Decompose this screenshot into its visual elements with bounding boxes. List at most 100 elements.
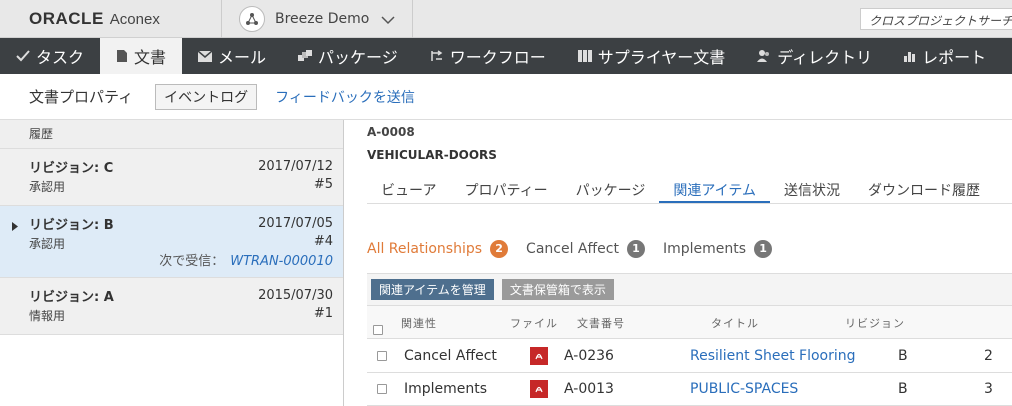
- revision-status: 承認用: [29, 180, 66, 194]
- revision-item-selected[interactable]: リビジョン: B 2017/07/05 承認用 #4 次で受信： WTRAN-00…: [0, 206, 343, 278]
- col-title[interactable]: タイトル: [711, 315, 759, 331]
- logo-product: Aconex: [109, 10, 160, 28]
- chevron-down-icon: [381, 10, 395, 29]
- pdf-file-icon[interactable]: [530, 347, 548, 365]
- row-extra: 3: [984, 381, 993, 397]
- package-icon: [298, 50, 313, 62]
- document-icon: [116, 49, 128, 63]
- row-docnum: A-0236: [564, 348, 614, 364]
- cross-project-search-input[interactable]: クロスプロジェクトサーチ: [860, 8, 1012, 30]
- users-icon: [757, 50, 771, 62]
- nav-label: メール: [218, 48, 267, 67]
- document-title: VEHICULAR-DOORS: [367, 148, 497, 162]
- revision-number: #5: [313, 177, 333, 192]
- nav-directory[interactable]: ディレクトリ: [741, 38, 888, 74]
- workflow-icon: [430, 50, 444, 62]
- sub-toolbar: 文書プロパティ イベントログ フィードバックを送信: [0, 74, 1012, 120]
- chart-icon: [904, 50, 916, 62]
- tab-transmittal-status[interactable]: 送信状況: [770, 178, 854, 203]
- row-relation: Implements: [404, 381, 488, 397]
- revision-date: 2015/07/30: [258, 288, 333, 303]
- supplier-icon: [577, 50, 592, 62]
- nav-documents[interactable]: 文書: [100, 38, 183, 74]
- revision-number: #1: [313, 306, 333, 321]
- project-network-icon: [239, 6, 265, 32]
- row-relation: Cancel Affect: [404, 348, 497, 364]
- received-via-label: 次で受信：: [159, 254, 225, 269]
- col-revision[interactable]: リビジョン: [845, 315, 905, 331]
- revision-date: 2017/07/12: [258, 159, 333, 174]
- revision-date: 2017/07/05: [258, 216, 333, 231]
- nav-label: レポート: [922, 48, 987, 67]
- history-heading: 履歴: [0, 120, 343, 149]
- filter-label: Implements: [662, 241, 747, 257]
- document-number: A-0008: [367, 125, 415, 139]
- row-checkbox[interactable]: [377, 384, 387, 394]
- nav-label: ワークフロー: [449, 48, 546, 67]
- count-badge: 1: [626, 240, 645, 258]
- related-items-toolbar: 関連アイテムを管理 文書保管箱で表示: [367, 273, 1012, 305]
- table-row[interactable]: Cancel Affect A-0236 Resilient Sheet Flo…: [367, 340, 1012, 373]
- filter-label: All Relationships: [367, 241, 483, 257]
- revision-number: #4: [313, 234, 333, 249]
- transmittal-link[interactable]: WTRAN-000010: [230, 254, 333, 269]
- project-name: Breeze Demo: [275, 11, 370, 27]
- received-via: 次で受信： WTRAN-000010: [159, 250, 333, 269]
- table-row[interactable]: Implements A-0013 PUBLIC-SPACES B 3: [367, 373, 1012, 406]
- page-title: 文書プロパティ: [29, 88, 134, 106]
- nav-label: サプライヤー文書: [597, 48, 726, 67]
- mail-icon: [198, 50, 213, 62]
- row-extra: 2: [984, 348, 993, 364]
- filter-cancel-affect[interactable]: Cancel Affect 1: [526, 240, 645, 258]
- document-tabs: ビューア プロパティー パッケージ 関連アイテム 送信状況 ダウンロード履歴: [367, 178, 1012, 204]
- filter-all-relationships[interactable]: All Relationships 2: [367, 240, 509, 258]
- nav-reports[interactable]: レポート: [888, 38, 1002, 74]
- nav-label: ディレクトリ: [777, 48, 873, 67]
- nav-label: タスク: [36, 48, 85, 67]
- nav-mail[interactable]: メール: [182, 38, 282, 74]
- nav-tasks[interactable]: タスク: [0, 38, 100, 74]
- col-file[interactable]: ファイル: [510, 315, 558, 331]
- tab-packages[interactable]: パッケージ: [562, 178, 660, 203]
- tab-viewer[interactable]: ビューア: [367, 178, 450, 203]
- row-revision: B: [898, 348, 908, 364]
- event-log-button[interactable]: イベントログ: [155, 83, 258, 110]
- main-nav: タスク 文書 メール パッケージ ワークフロー サプライヤー文書 ディレクトリ …: [0, 38, 1012, 74]
- revision-status: 情報用: [29, 309, 66, 323]
- document-detail: A-0008 VEHICULAR-DOORS ビューア プロパティー パッケージ…: [345, 120, 1012, 406]
- col-docnum[interactable]: 文書番号: [577, 315, 625, 331]
- row-docnum: A-0013: [564, 381, 614, 397]
- nav-workflow[interactable]: ワークフロー: [414, 38, 562, 74]
- tab-related-items[interactable]: 関連アイテム: [659, 178, 770, 203]
- check-icon: [16, 50, 30, 62]
- row-checkbox[interactable]: [377, 351, 387, 361]
- count-badge: 2: [490, 240, 509, 258]
- row-revision: B: [898, 381, 908, 397]
- filter-implements[interactable]: Implements 1: [662, 240, 773, 258]
- col-relation[interactable]: 関連性: [401, 315, 437, 331]
- tab-properties[interactable]: プロパティー: [450, 178, 561, 203]
- view-in-register-button[interactable]: 文書保管箱で表示: [501, 279, 614, 300]
- nav-supplier-docs[interactable]: サプライヤー文書: [562, 38, 742, 74]
- relationship-filters: All Relationships 2 Cancel Affect 1 Impl…: [367, 240, 790, 258]
- feedback-link[interactable]: フィードバックを送信: [275, 87, 415, 107]
- filter-label: Cancel Affect: [526, 241, 619, 257]
- oracle-aconex-logo[interactable]: ORACLE Aconex: [0, 0, 222, 38]
- row-title-link[interactable]: PUBLIC-SPACES: [690, 381, 798, 397]
- row-title-link[interactable]: Resilient Sheet Flooring: [690, 348, 856, 364]
- project-selector[interactable]: Breeze Demo: [223, 0, 413, 38]
- count-badge: 1: [754, 240, 773, 258]
- top-bar: ORACLE Aconex Breeze Demo クロスプロジェクトサーチ: [0, 0, 1012, 38]
- manage-related-items-button[interactable]: 関連アイテムを管理: [371, 279, 494, 300]
- caret-right-icon: [12, 220, 18, 234]
- revision-history-panel: 履歴 リビジョン: C 2017/07/12 承認用 #5 リビジョン: B 2…: [0, 120, 344, 406]
- pdf-file-icon[interactable]: [530, 380, 548, 398]
- tab-download-history[interactable]: ダウンロード履歴: [854, 178, 994, 203]
- logo-brand: ORACLE: [29, 9, 104, 28]
- table-header: 関連性 ファイル 文書番号 タイトル リビジョン: [367, 305, 1012, 339]
- nav-label: 文書: [134, 48, 167, 67]
- nav-packages[interactable]: パッケージ: [282, 38, 414, 74]
- checkbox[interactable]: [373, 325, 383, 335]
- revision-item[interactable]: リビジョン: A 2015/07/30 情報用 #1: [0, 278, 343, 335]
- revision-item[interactable]: リビジョン: C 2017/07/12 承認用 #5: [0, 149, 343, 206]
